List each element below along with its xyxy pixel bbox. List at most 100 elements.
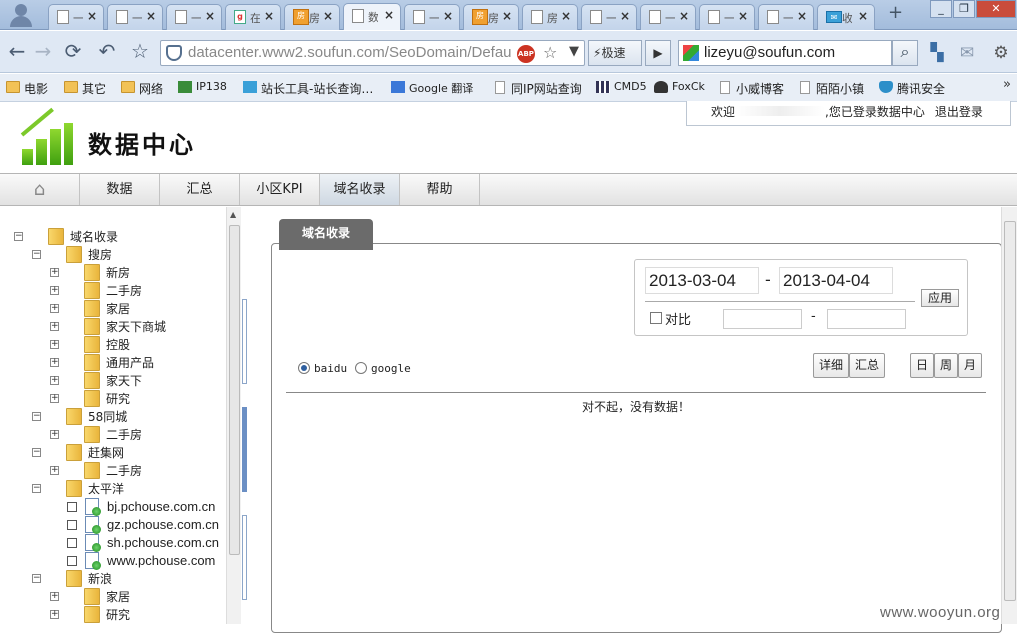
tree-node[interactable]: + 新房 xyxy=(0,264,226,282)
tree-node[interactable]: + 家居 xyxy=(0,300,226,318)
restore-icon[interactable]: ❐ xyxy=(953,0,975,18)
browser-tab[interactable]: 房房 × xyxy=(284,4,340,30)
expand-icon[interactable]: + xyxy=(50,610,59,619)
google-radio[interactable] xyxy=(355,362,367,374)
tree-node[interactable]: + 家天下 xyxy=(0,372,226,390)
tree-node[interactable]: − 新浪 xyxy=(0,570,226,588)
search-input[interactable]: lizeyu@soufun.com xyxy=(678,40,892,66)
tree-label[interactable]: 新房 xyxy=(106,264,130,282)
tree-label[interactable]: 通用产品 xyxy=(106,354,154,372)
bookmark-item[interactable]: 电影 xyxy=(6,80,48,97)
collapse-icon[interactable]: − xyxy=(32,448,41,457)
expand-icon[interactable]: + xyxy=(50,394,59,403)
tree-node[interactable]: + 家居 xyxy=(0,588,226,606)
panel-tab[interactable]: 域名收录 xyxy=(279,219,373,250)
bookmark-item[interactable]: 陌陌小镇 xyxy=(798,80,864,97)
back-icon[interactable]: ← xyxy=(4,39,30,65)
profile-avatar-icon[interactable] xyxy=(6,2,38,28)
nav-domain-index[interactable]: 域名收录 xyxy=(320,174,400,205)
address-bar[interactable]: datacenter.www2.soufun.com/SeoDomain/Def… xyxy=(160,40,585,66)
close-tab-icon[interactable]: × xyxy=(858,9,868,23)
extensions-icon[interactable]: ▚ xyxy=(926,42,948,64)
week-button[interactable]: 周 xyxy=(934,353,958,378)
tree-label[interactable]: 研究 xyxy=(106,390,130,408)
browser-tab[interactable]: 一 × xyxy=(758,4,814,30)
logout-link[interactable]: 退出登录 xyxy=(935,105,983,119)
domain-checkbox[interactable] xyxy=(67,556,77,566)
tree-label[interactable]: 研究 xyxy=(106,606,130,624)
collapse-icon[interactable]: − xyxy=(32,250,41,259)
tree-node[interactable]: − 搜房 xyxy=(0,246,226,264)
tree-label[interactable]: sh.pchouse.com.cn xyxy=(107,534,219,552)
compare-end-input[interactable] xyxy=(827,309,906,329)
browser-tab[interactable]: g 在 × xyxy=(225,4,281,30)
bookmark-item[interactable]: CMD5 xyxy=(596,80,647,93)
forward-icon[interactable]: → xyxy=(30,39,56,65)
tree-label[interactable]: 太平洋 xyxy=(88,480,124,498)
compare-checkbox[interactable] xyxy=(650,312,662,324)
tree-node[interactable]: + 控股 xyxy=(0,336,226,354)
tree-leaf[interactable]: gz.pchouse.com.cn xyxy=(0,516,226,534)
tree-node[interactable]: + 二手房 xyxy=(0,426,226,444)
tree-leaf[interactable]: sh.pchouse.com.cn xyxy=(0,534,226,552)
page-scrollbar[interactable] xyxy=(1001,207,1017,624)
month-button[interactable]: 月 xyxy=(958,353,982,378)
chevron-down-icon[interactable]: ▼ xyxy=(569,44,579,59)
nav-data[interactable]: 数据 xyxy=(80,174,160,205)
tree-node[interactable]: + 研究 xyxy=(0,606,226,624)
tree-label[interactable]: gz.pchouse.com.cn xyxy=(107,516,219,534)
reload-icon[interactable]: ⟳ xyxy=(60,39,86,65)
summary-button[interactable]: 汇总 xyxy=(849,353,885,378)
browser-tab[interactable]: 一 × xyxy=(699,4,755,30)
splitter-handle[interactable] xyxy=(242,515,247,600)
tree-label[interactable]: 二手房 xyxy=(106,426,142,444)
tree-label[interactable]: 二手房 xyxy=(106,282,142,300)
scroll-up-icon[interactable]: ▲ xyxy=(230,210,236,219)
detail-button[interactable]: 详细 xyxy=(813,353,849,378)
bookmark-star-icon[interactable]: ☆ xyxy=(127,39,153,65)
expand-icon[interactable]: + xyxy=(50,268,59,277)
tree-node[interactable]: + 二手房 xyxy=(0,282,226,300)
expand-icon[interactable]: + xyxy=(50,358,59,367)
tree-node[interactable]: + 二手房 xyxy=(0,462,226,480)
domain-checkbox[interactable] xyxy=(67,502,77,512)
close-window-icon[interactable]: ✕ xyxy=(976,0,1016,18)
tree-node[interactable]: + 通用产品 xyxy=(0,354,226,372)
favorite-star-icon[interactable]: ☆ xyxy=(543,43,557,62)
bookmark-item[interactable]: 同IP网站查询 xyxy=(493,80,582,97)
minimize-icon[interactable]: _ xyxy=(930,0,952,18)
tree-label[interactable]: 二手房 xyxy=(106,462,142,480)
bookmark-item[interactable]: 网络 xyxy=(121,80,163,97)
browser-tab[interactable]: 一 × xyxy=(640,4,696,30)
tree-label[interactable]: 域名收录 xyxy=(70,228,118,246)
close-tab-icon[interactable]: × xyxy=(797,9,807,23)
browser-tab[interactable]: 一 × xyxy=(404,4,460,30)
nav-kpi[interactable]: 小区KPI xyxy=(240,174,320,205)
browser-tab-active[interactable]: 数 × xyxy=(343,3,401,30)
tree-node[interactable]: − 太平洋 xyxy=(0,480,226,498)
tree-label[interactable]: www.pchouse.com xyxy=(107,552,215,570)
tree-label[interactable]: 家天下商城 xyxy=(106,318,166,336)
expand-icon[interactable]: + xyxy=(50,466,59,475)
browser-tab[interactable]: ✉ 收 × xyxy=(817,4,875,30)
close-tab-icon[interactable]: × xyxy=(323,9,333,23)
tree-label[interactable]: 赶集网 xyxy=(88,444,124,462)
close-tab-icon[interactable]: × xyxy=(620,9,630,23)
bookmark-item[interactable]: 小威博客 xyxy=(718,80,784,97)
speed-mode-button[interactable]: ⚡极速 xyxy=(588,40,642,66)
tree-node[interactable]: − 赶集网 xyxy=(0,444,226,462)
splitter-handle[interactable] xyxy=(242,299,247,384)
expand-icon[interactable]: + xyxy=(50,430,59,439)
day-button[interactable]: 日 xyxy=(910,353,934,378)
domain-checkbox[interactable] xyxy=(67,520,77,530)
compare-start-input[interactable] xyxy=(723,309,802,329)
domain-checkbox[interactable] xyxy=(67,538,77,548)
start-date-input[interactable]: 2013-03-04 xyxy=(645,267,759,294)
scrollbar-thumb[interactable] xyxy=(229,225,240,555)
bookmark-item[interactable]: FoxCk xyxy=(654,80,705,93)
expand-icon[interactable]: + xyxy=(50,286,59,295)
collapse-icon[interactable]: − xyxy=(32,574,41,583)
browser-tab[interactable]: 一 × xyxy=(48,4,104,30)
tree-label[interactable]: 家居 xyxy=(106,300,130,318)
bookmark-item[interactable]: IP138 xyxy=(178,80,227,93)
